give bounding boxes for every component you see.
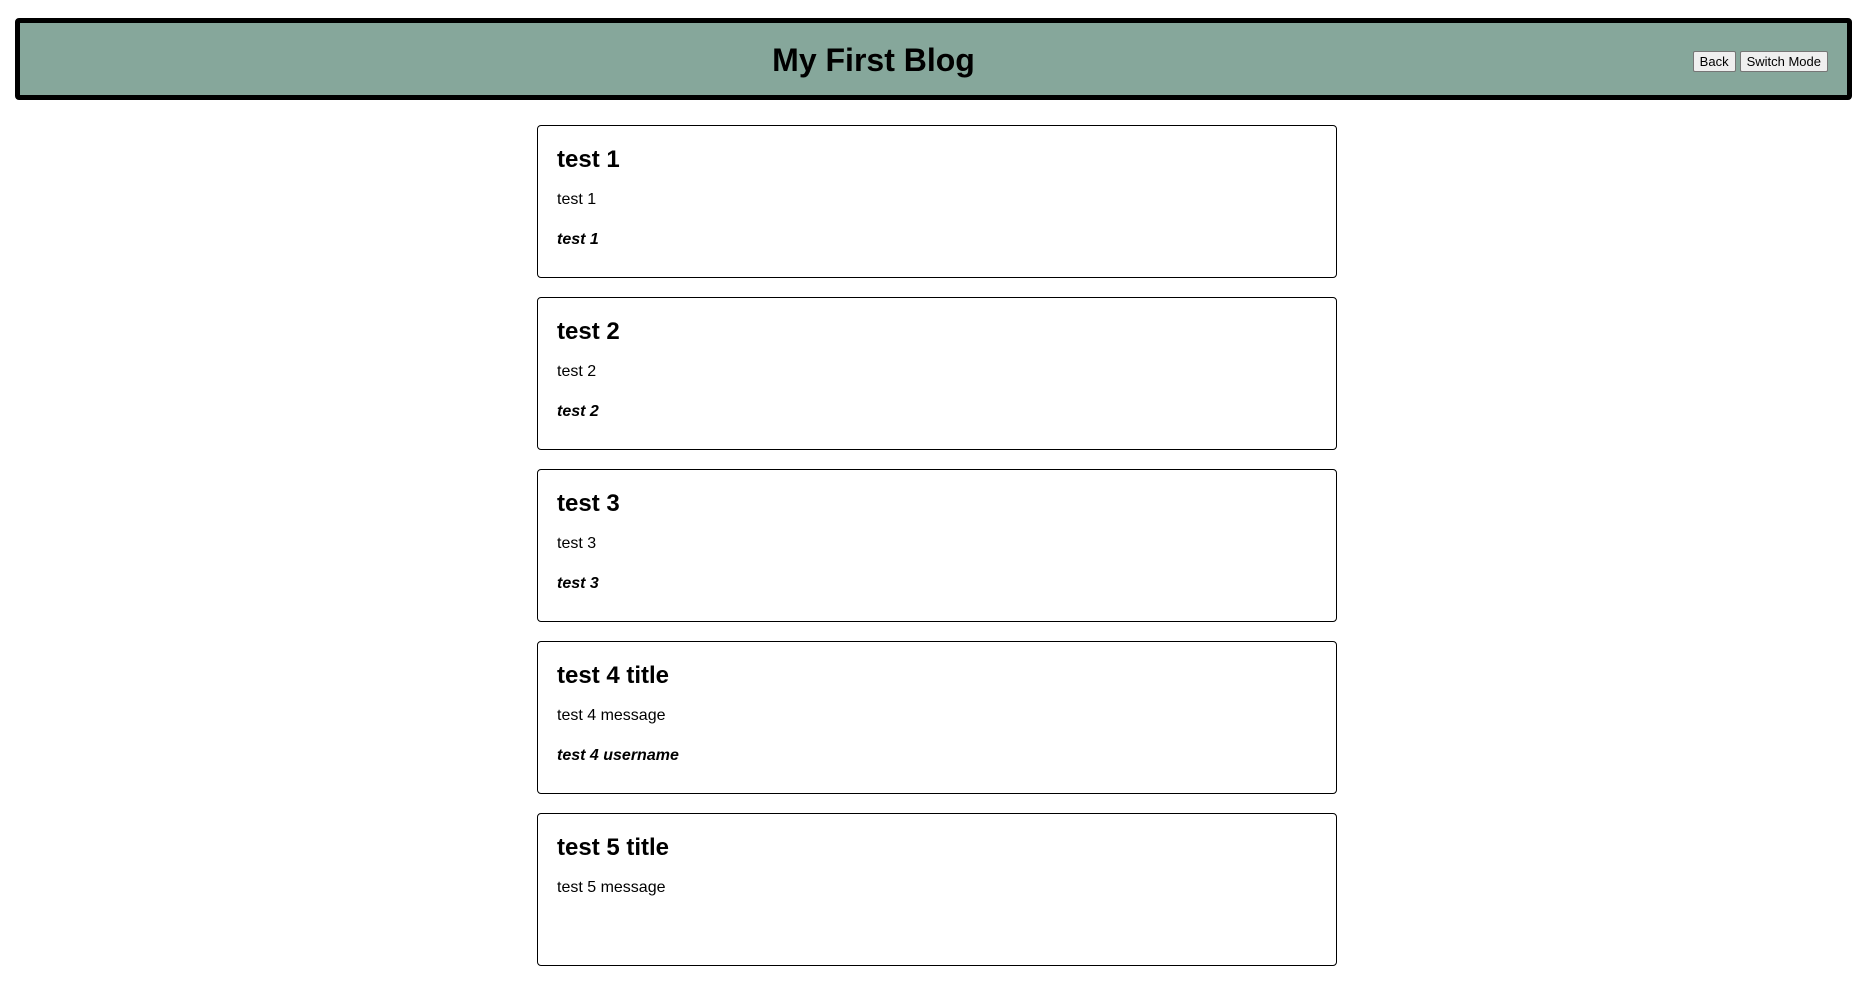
page-title: My First Blog [772,42,975,78]
post-message: test 2 [557,363,597,380]
post-title: test 5 title [557,834,670,861]
switch-mode-button[interactable]: Switch Mode [1739,51,1828,72]
post-username: test 2 [557,403,599,420]
post-message: test 5 message [557,879,666,896]
post-card: test 4 title test 4 message test 4 usern… [537,641,1337,794]
post-card: test 1 test 1 test 1 [537,125,1337,278]
post-username [557,898,1317,918]
post-card: test 5 title test 5 message [537,813,1337,966]
post-title: test 3 [557,490,620,517]
post-title: test 1 [557,146,620,173]
post-username: test 1 [557,231,599,248]
blog-header: My First Blog Back Switch Mode [15,18,1852,100]
post-username: test 4 username [557,747,679,764]
header-actions: Back Switch Mode [1692,51,1828,72]
post-title: test 2 [557,318,620,345]
post-list: test 1 test 1 test 1 test 2 test 2 test … [537,125,1337,985]
post-username: test 3 [557,575,599,592]
back-button[interactable]: Back [1692,51,1736,72]
post-card: test 2 test 2 test 2 [537,297,1337,450]
post-message: test 1 [557,191,597,208]
post-card: test 3 test 3 test 3 [537,469,1337,622]
post-message: test 3 [557,535,597,552]
post-message: test 4 message [557,707,666,724]
post-title: test 4 title [557,662,670,689]
